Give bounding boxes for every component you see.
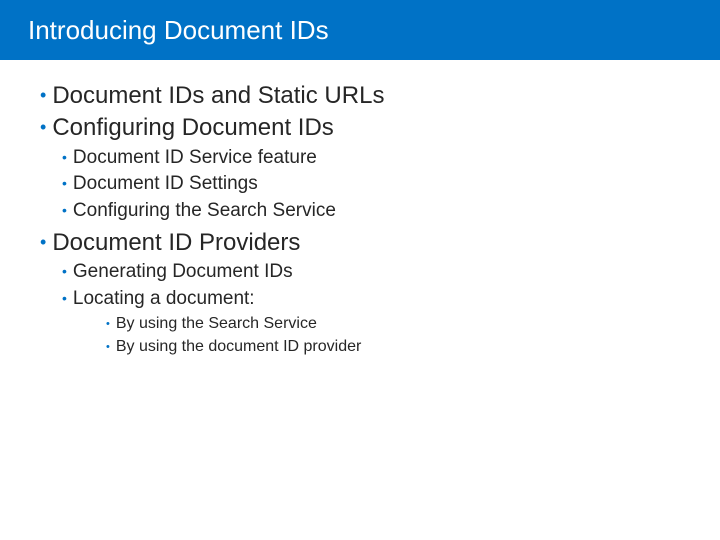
bullet-lvl1: • Document ID Providers xyxy=(40,227,680,259)
bullet-icon: • xyxy=(62,176,67,190)
bullet-lvl2: • Document ID Settings xyxy=(62,171,680,198)
bullet-text: Document ID Service feature xyxy=(73,145,317,172)
bullet-icon: • xyxy=(62,291,67,305)
sub-group: • Document ID Service feature • Document… xyxy=(62,145,680,225)
bullet-text: Locating a document: xyxy=(73,286,255,313)
slide-title: Introducing Document IDs xyxy=(28,15,329,46)
bullet-lvl2: • Generating Document IDs xyxy=(62,259,680,286)
sub-group: • Generating Document IDs • Locating a d… xyxy=(62,259,680,359)
bullet-text: Generating Document IDs xyxy=(73,259,293,286)
bullet-lvl2: • Document ID Service feature xyxy=(62,145,680,172)
bullet-icon: • xyxy=(40,118,46,136)
bullet-text: Configuring Document IDs xyxy=(52,112,333,144)
bullet-text: Document IDs and Static URLs xyxy=(52,80,384,112)
bullet-lvl3: • By using the Search Service xyxy=(106,312,680,335)
bullet-text: Configuring the Search Service xyxy=(73,198,336,225)
bullet-text: Document ID Settings xyxy=(73,171,258,198)
bullet-icon: • xyxy=(106,342,110,353)
bullet-text: By using the document ID provider xyxy=(116,335,361,358)
bullet-lvl1: • Configuring Document IDs xyxy=(40,112,680,144)
bullet-lvl3: • By using the document ID provider xyxy=(106,335,680,358)
bullet-icon: • xyxy=(40,86,46,104)
slide-title-bar: Introducing Document IDs xyxy=(0,0,720,60)
slide-content: • Document IDs and Static URLs • Configu… xyxy=(0,60,720,359)
sub-sub-group: • By using the Search Service • By using… xyxy=(106,312,680,358)
bullet-text: By using the Search Service xyxy=(116,312,317,335)
bullet-lvl1: • Document IDs and Static URLs xyxy=(40,80,680,112)
bullet-icon: • xyxy=(40,233,46,251)
bullet-text: Document ID Providers xyxy=(52,227,300,259)
bullet-icon: • xyxy=(62,264,67,278)
bullet-icon: • xyxy=(62,203,67,217)
bullet-lvl2: • Configuring the Search Service xyxy=(62,198,680,225)
bullet-icon: • xyxy=(106,319,110,330)
bullet-lvl2: • Locating a document: xyxy=(62,286,680,313)
bullet-icon: • xyxy=(62,150,67,164)
